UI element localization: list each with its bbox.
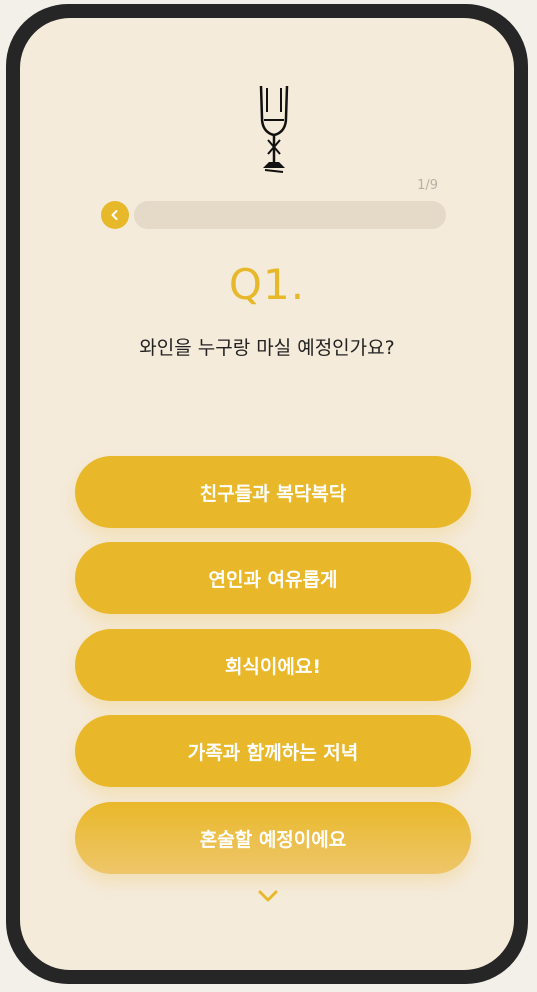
answer-button-partner[interactable]: 연인과 여유롭게 — [75, 542, 471, 614]
phone-frame: 1/9 Q1. 와인을 누구랑 마실 예정인가요? 친구들과 복닥복닥 연인과 … — [6, 4, 528, 984]
progress-bar — [134, 201, 446, 229]
screen: 1/9 Q1. 와인을 누구랑 마실 예정인가요? 친구들과 복닥복닥 연인과 … — [20, 18, 514, 970]
progress-count: 1/9 — [417, 178, 438, 193]
question-number: Q1. — [228, 260, 306, 309]
chevron-down-icon[interactable] — [257, 888, 279, 904]
answer-button-solo[interactable]: 혼술할 예정이에요 — [75, 802, 471, 874]
answer-button-company-dinner[interactable]: 회식이에요! — [75, 629, 471, 701]
wine-glass-icon — [259, 85, 289, 173]
chevron-left-icon — [111, 210, 118, 220]
answer-button-friends[interactable]: 친구들과 복닥복닥 — [75, 456, 471, 528]
back-button[interactable] — [101, 201, 129, 229]
progress-fill — [134, 201, 169, 229]
question-text: 와인을 누구랑 마실 예정인가요? — [139, 337, 395, 359]
answer-button-family[interactable]: 가족과 함께하는 저녁 — [75, 715, 471, 787]
